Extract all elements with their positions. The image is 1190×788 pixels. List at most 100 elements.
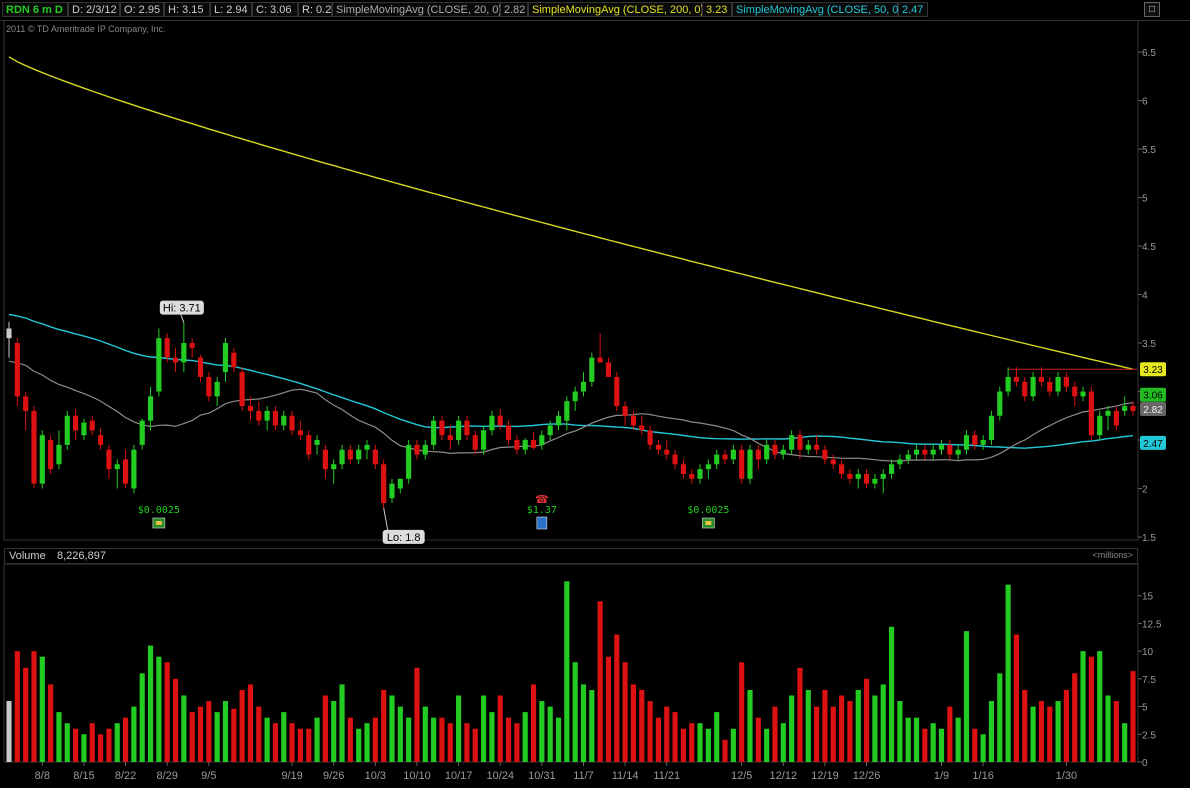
candle-body xyxy=(947,444,953,455)
symbol-selector[interactable]: RDN 6 m D xyxy=(2,2,68,17)
candle-body xyxy=(705,464,711,470)
sma50-study-label[interactable]: SimpleMovingAvg (CLOSE, 50, 0) xyxy=(732,2,902,17)
candle-body xyxy=(1022,381,1028,397)
volume-axis-label: 12.5 xyxy=(1142,619,1162,630)
volume-bar xyxy=(747,689,753,762)
volume-bar xyxy=(464,723,470,762)
price-axis-label: 2 xyxy=(1142,485,1148,496)
candle-body xyxy=(789,435,795,450)
volume-bar xyxy=(364,723,370,762)
candle-body xyxy=(664,449,670,455)
volume-bar xyxy=(689,723,695,762)
volume-bar xyxy=(1038,701,1044,762)
candle-body xyxy=(938,444,945,450)
volume-bar xyxy=(422,706,428,762)
lo-callout-label: Lo: 1.8 xyxy=(387,532,421,544)
date-axis-label: 12/26 xyxy=(853,770,881,782)
volume-bar xyxy=(31,651,37,762)
volume-bar xyxy=(680,728,686,762)
volume-bar xyxy=(839,695,845,762)
date-axis-label: 1/9 xyxy=(934,770,949,782)
candle-body xyxy=(206,376,212,397)
volume-bar xyxy=(822,689,828,762)
volume-bar xyxy=(281,712,287,762)
volume-units: <millions> xyxy=(1092,550,1133,560)
volume-bar xyxy=(89,723,95,762)
date-axis-label: 12/12 xyxy=(770,770,798,782)
candle-body xyxy=(306,435,312,455)
candle-body xyxy=(505,425,512,441)
volume-bar xyxy=(797,667,803,762)
volume-bar xyxy=(739,662,745,762)
candle-body xyxy=(372,449,378,465)
candle-body xyxy=(913,449,920,455)
volume-bar xyxy=(1097,651,1103,762)
candle-body xyxy=(64,415,70,445)
volume-bar xyxy=(655,717,662,762)
date-axis-label: 8/29 xyxy=(156,770,177,782)
candle-body xyxy=(147,396,154,421)
volume-bar xyxy=(1105,695,1111,762)
volume-bar xyxy=(431,717,437,762)
volume-bar xyxy=(639,689,645,762)
candle-body xyxy=(1030,376,1036,397)
price-axis-label: 6 xyxy=(1142,97,1148,108)
volume-bar xyxy=(206,701,212,762)
price-axis-label: 4 xyxy=(1142,291,1148,302)
volume-bar xyxy=(764,728,770,762)
sma200-study-label[interactable]: SimpleMovingAvg (CLOSE, 200, 0) xyxy=(528,2,704,17)
candle-body xyxy=(930,449,936,455)
candle-body xyxy=(339,449,345,465)
volume-bar xyxy=(406,717,412,762)
candle-body xyxy=(39,435,45,484)
volume-bar xyxy=(314,717,320,762)
candle-body xyxy=(747,449,753,479)
hi-callout-pointer xyxy=(180,314,185,323)
candle-body xyxy=(514,440,520,450)
price-axis-label: 5 xyxy=(1142,194,1148,205)
candle-body xyxy=(73,415,79,431)
candle-body xyxy=(1113,410,1119,426)
candle-body xyxy=(347,449,353,460)
volume-bar xyxy=(439,717,445,762)
volume-bar xyxy=(1113,701,1119,762)
candle-body xyxy=(722,454,728,460)
bar-low: L: 2.94 xyxy=(210,2,252,17)
volume-bar xyxy=(647,701,653,762)
date-axis-label: 10/24 xyxy=(486,770,514,782)
candle-body xyxy=(456,420,462,441)
candle-body xyxy=(839,464,845,474)
candle-body xyxy=(14,343,20,397)
candle-body xyxy=(406,444,412,479)
volume-bar xyxy=(930,723,936,762)
volume-bar xyxy=(572,662,578,762)
date-axis-label: 11/21 xyxy=(653,770,680,782)
chart-header: RDN 6 m D D: 2/3/12 O: 2.95 H: 3.15 L: 2… xyxy=(0,0,1190,21)
volume-bar xyxy=(222,701,229,762)
sma20-study-label[interactable]: SimpleMovingAvg (CLOSE, 20, 0) xyxy=(332,2,502,17)
volume-bar xyxy=(772,706,778,762)
candle-body xyxy=(888,464,895,474)
price-axis-label: 1.5 xyxy=(1142,533,1156,544)
candle-body xyxy=(614,376,620,407)
earnings-call-icon xyxy=(536,516,548,530)
volume-bar xyxy=(48,684,54,762)
volume-bar xyxy=(597,601,603,762)
candle-body xyxy=(314,440,320,445)
candle-body xyxy=(31,410,37,484)
volume-bar xyxy=(181,695,187,762)
volume-bar xyxy=(938,728,945,762)
sma50-line xyxy=(8,313,1134,449)
sma200-price-badge-text: 3.23 xyxy=(1143,365,1163,376)
maximize-icon[interactable]: □ xyxy=(1144,2,1160,17)
volume-bar xyxy=(1130,671,1136,762)
candle-body xyxy=(822,449,828,460)
candle-body xyxy=(222,343,229,373)
candle-body xyxy=(714,454,720,465)
volume-bar xyxy=(530,684,537,762)
volume-bar xyxy=(997,673,1003,762)
candle-body xyxy=(764,444,770,460)
hi-callout-label: Hi: 3.71 xyxy=(163,303,201,315)
candle-body xyxy=(589,357,595,382)
candle-body xyxy=(772,444,778,455)
